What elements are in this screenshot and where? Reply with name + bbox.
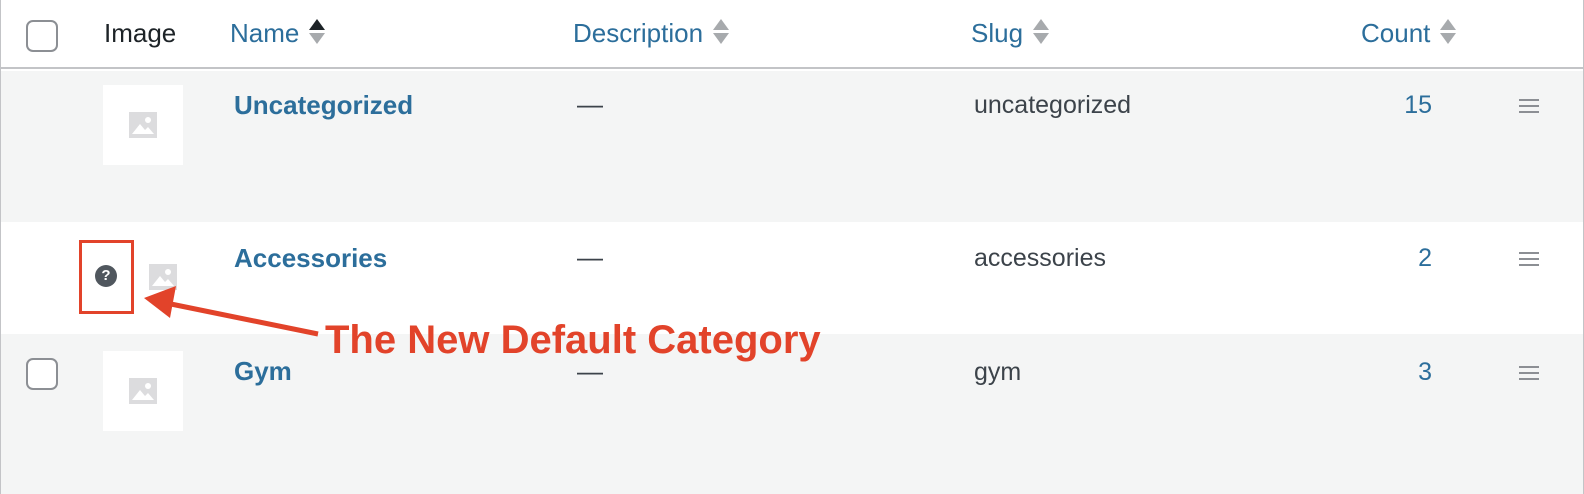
sort-icon	[713, 17, 730, 47]
table-row: Uncategorized — uncategorized 15	[1, 71, 1583, 222]
category-count-link[interactable]: 2	[1372, 244, 1432, 273]
sort-icon	[1033, 17, 1050, 47]
column-image: Image	[104, 18, 177, 48]
column-name-label: Name	[230, 18, 300, 48]
image-placeholder-icon	[129, 112, 157, 138]
annotation-label: The New Default Category	[325, 318, 821, 362]
select-all-checkbox[interactable]	[26, 20, 58, 52]
category-count-link[interactable]: 15	[1372, 91, 1432, 120]
table-header: Image Name Description Slug Count	[1, 0, 1583, 69]
category-thumbnail	[103, 351, 183, 431]
column-description-label: Description	[573, 18, 704, 48]
drag-handle-icon[interactable]	[1519, 99, 1539, 113]
image-placeholder-icon	[149, 264, 177, 290]
column-slug-sort[interactable]: Slug	[971, 16, 1050, 50]
column-count-sort[interactable]: Count	[1361, 16, 1457, 50]
column-count-label: Count	[1361, 18, 1431, 48]
category-slug: uncategorized	[974, 91, 1132, 119]
category-count-link[interactable]: 3	[1372, 358, 1432, 387]
drag-handle-icon[interactable]	[1519, 252, 1539, 266]
category-description: —	[577, 242, 603, 272]
row-checkbox[interactable]	[26, 358, 58, 390]
categories-table: Image Name Description Slug Count Uncate…	[0, 0, 1584, 494]
category-name-link[interactable]: Gym	[234, 356, 292, 387]
column-name-sort[interactable]: Name	[230, 16, 326, 50]
category-thumbnail	[103, 85, 183, 165]
annotation-highlight-box	[79, 240, 134, 314]
image-placeholder-icon	[129, 378, 157, 404]
category-name-link[interactable]: Uncategorized	[234, 90, 413, 121]
category-slug: gym	[974, 358, 1022, 386]
column-slug-label: Slug	[971, 18, 1024, 48]
category-description: —	[577, 89, 603, 119]
sort-ascending-icon	[309, 17, 326, 47]
category-slug: accessories	[974, 244, 1106, 272]
drag-handle-icon[interactable]	[1519, 366, 1539, 380]
category-name-link[interactable]: Accessories	[234, 243, 387, 274]
sort-icon	[1440, 17, 1457, 47]
column-description-sort[interactable]: Description	[573, 16, 730, 50]
